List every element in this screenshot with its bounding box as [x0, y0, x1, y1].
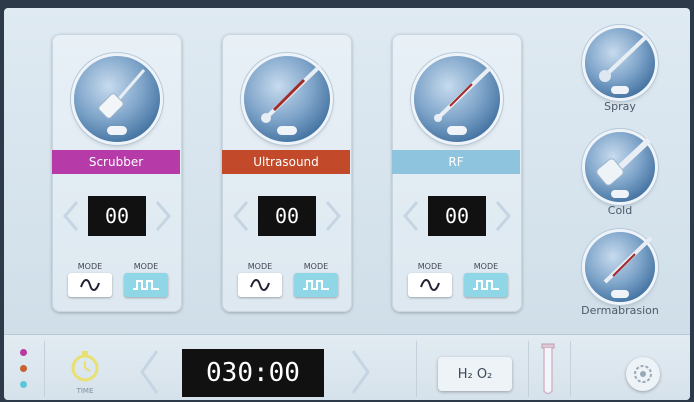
ultrasound-label: Ultrasound — [222, 150, 350, 174]
gear-icon — [634, 365, 652, 383]
spray-handpiece-button[interactable]: Spray — [570, 28, 670, 113]
bottom-control-bar: TIME 030:00 H₂ O₂ — [4, 334, 690, 400]
rf-level-stepper: 00 — [402, 194, 512, 238]
scrubber-handpiece-icon[interactable] — [74, 56, 160, 142]
sine-wave-icon — [250, 279, 270, 291]
scrubber-mode-sine-button[interactable]: MODE — [66, 262, 114, 300]
settings-button[interactable] — [626, 357, 660, 391]
h2o2-button[interactable]: H₂ O₂ — [438, 357, 512, 391]
cold-handpiece-icon — [585, 132, 655, 202]
mode-label: MODE — [77, 262, 103, 271]
mode-label: MODE — [473, 262, 499, 271]
device-screen: Scrubber 00 MODE MODE Ultrasound 00 MODE… — [4, 8, 690, 400]
timer-decrease-chevron-icon[interactable] — [138, 349, 160, 395]
increase-chevron-icon[interactable] — [494, 200, 512, 232]
time-label: TIME — [76, 387, 94, 395]
decrease-chevron-icon[interactable] — [402, 200, 420, 232]
stopwatch-icon[interactable] — [68, 349, 102, 383]
decrease-chevron-icon[interactable] — [232, 200, 250, 232]
mode-label: MODE — [303, 262, 329, 271]
timer-increase-chevron-icon[interactable] — [350, 349, 372, 395]
increase-chevron-icon[interactable] — [324, 200, 342, 232]
square-wave-icon — [473, 280, 499, 290]
scrubber-mode-pulse-button[interactable]: MODE — [122, 262, 170, 300]
rf-mode-sine-button[interactable]: MODE — [406, 262, 454, 300]
dermabrasion-label: Dermabrasion — [581, 304, 659, 317]
mode-label: MODE — [247, 262, 273, 271]
ultrasound-mode-sine-button[interactable]: MODE — [236, 262, 284, 300]
test-tube-icon[interactable] — [540, 343, 556, 397]
rf-handpiece-icon[interactable] — [414, 56, 500, 142]
status-dot — [20, 349, 27, 356]
ultrasound-panel: Ultrasound 00 MODE MODE — [222, 34, 352, 312]
increase-chevron-icon[interactable] — [154, 200, 172, 232]
square-wave-icon — [303, 280, 329, 290]
sine-wave-icon — [80, 279, 100, 291]
mode-label: MODE — [133, 262, 159, 271]
spray-label: Spray — [604, 100, 636, 113]
dermabrasion-handpiece-icon — [585, 232, 655, 302]
rf-panel: RF 00 MODE MODE — [392, 34, 522, 312]
sine-wave-icon — [420, 279, 440, 291]
ultrasound-level-value: 00 — [258, 196, 316, 236]
scrubber-level-value: 00 — [88, 196, 146, 236]
scrubber-panel: Scrubber 00 MODE MODE — [52, 34, 182, 312]
scrubber-label: Scrubber — [52, 150, 180, 174]
ultrasound-handpiece-icon[interactable] — [244, 56, 330, 142]
rf-mode-pulse-button[interactable]: MODE — [462, 262, 510, 300]
scrubber-level-stepper: 00 — [62, 194, 172, 238]
mode-label: MODE — [417, 262, 443, 271]
cold-handpiece-button[interactable]: Cold — [570, 132, 670, 217]
rf-label: RF — [392, 150, 520, 174]
ultrasound-level-stepper: 00 — [232, 194, 342, 238]
dermabrasion-handpiece-button[interactable]: Dermabrasion — [570, 232, 670, 317]
status-dot — [20, 365, 27, 372]
square-wave-icon — [133, 280, 159, 290]
treatment-timer-value: 030:00 — [182, 349, 324, 397]
ultrasound-mode-pulse-button[interactable]: MODE — [292, 262, 340, 300]
spray-handpiece-icon — [585, 28, 655, 98]
rf-level-value: 00 — [428, 196, 486, 236]
status-dot — [20, 381, 27, 388]
decrease-chevron-icon[interactable] — [62, 200, 80, 232]
cold-label: Cold — [607, 204, 633, 217]
